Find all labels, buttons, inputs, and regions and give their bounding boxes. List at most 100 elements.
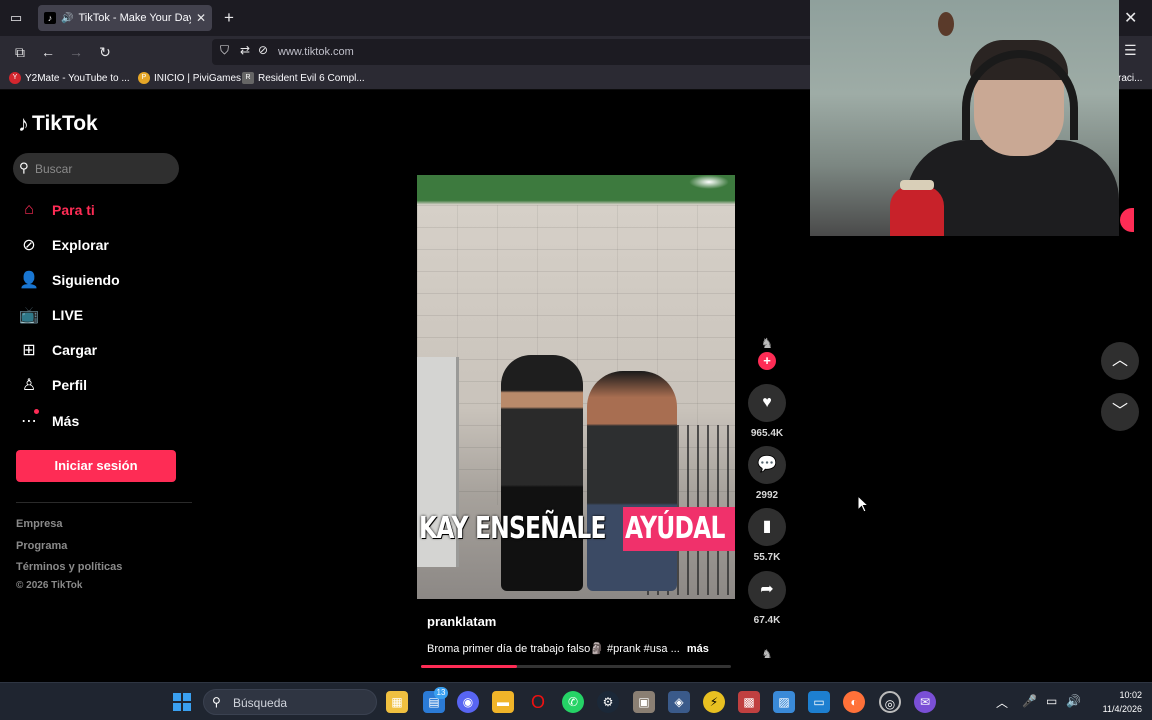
footer-link-programa[interactable]: Programa [16,540,67,552]
save-button[interactable]: ▮ [748,508,786,546]
video-author[interactable]: pranklatam [427,614,496,629]
store-icon[interactable]: ▦ [386,691,408,713]
partially-hidden-button[interactable] [1120,208,1134,232]
webcam-thermos-cap [900,180,934,190]
webcam-overlay [810,0,1119,236]
back-button[interactable]: ← [38,42,58,62]
file-explorer-icon[interactable]: ▬ [492,691,514,713]
compass-icon: ⊘ [22,237,36,254]
obs-icon[interactable]: ◎ [879,691,901,713]
description-text: Broma primer día de trabajo falso🗿 #pran… [427,643,680,655]
bookmark-item[interactable]: R Resident Evil 6 Compl... [242,72,365,84]
nav-item-siguiendo[interactable]: 👤 Siguiendo [18,268,120,292]
bookmark-item[interactable]: P INICIO | PiviGames [138,72,241,84]
video-progress-fill [421,665,518,668]
bookmark-item[interactable]: Y Y2Mate - YouTube to ... [9,72,130,84]
share-icon: ➦ [760,581,774,598]
login-button[interactable]: Iniciar sesión [16,450,176,482]
window-app-icon[interactable]: ▭ [808,691,830,713]
new-tab-button[interactable]: + [224,8,234,28]
picture-app-icon[interactable]: ▩ [738,691,760,713]
bookmark-label: Y2Mate - YouTube to ... [25,72,130,84]
shield-icon[interactable]: ⛉ [220,43,229,58]
live-icon: 📺 [19,307,39,324]
taskbar-clock[interactable]: 10:02 11/4/2026 [1086,688,1142,716]
ceiling-light [689,175,729,189]
network-icon[interactable]: ▭ [1046,694,1057,708]
notification-badge: 13 [434,687,448,699]
chevron-up-icon: ︿ [1111,352,1128,369]
nav-label: Más [52,413,80,429]
upload-icon: ⊞ [22,342,36,359]
copyright: © 2026 TikTok [16,580,83,591]
more-link[interactable]: más [687,643,709,655]
comment-icon: 💬 [757,456,777,473]
video-caption: KAY ENSEÑALE AYÚDAL [417,507,735,551]
nav-item-perfil[interactable]: ♙ Perfil [18,373,87,397]
forward-button[interactable]: → [66,42,86,62]
taskbar-search[interactable]: ⚲ Búsqueda [203,689,377,715]
window-close-button[interactable]: ✕ [1124,8,1137,28]
character-app-icon[interactable]: ⚡ [703,691,725,713]
previous-video-button[interactable]: ︿ [1101,342,1139,380]
chat-app-icon[interactable]: ✉ [914,691,936,713]
heart-icon: ♥ [762,394,772,411]
tab-tiktok[interactable]: ♪ 🔊 TikTok - Make Your Day ✕ [38,5,212,31]
video-person-left [501,355,583,591]
bookmark-label: Resident Evil 6 Compl... [258,72,365,84]
y2mate-icon: Y [9,72,21,84]
video-player[interactable]: KAY ENSEÑALE AYÚDAL [417,175,735,599]
follow-button[interactable]: + [758,352,776,370]
tiktok-favicon-icon: ♪ [44,12,56,24]
next-video-button[interactable]: ﹀ [1101,393,1139,431]
discord-icon[interactable]: ◉ [457,691,479,713]
search-input[interactable]: ⚲ Buscar [13,153,179,184]
like-button[interactable]: ♥ [748,384,786,422]
sidebar-toggle-icon[interactable]: ⧉ [10,42,30,62]
tracking-blocked-icon[interactable]: ⊘ [258,43,268,57]
speaker-icon[interactable]: 🔊 [61,13,73,24]
url-text[interactable]: www.tiktok.com [278,46,354,58]
game-app-icon[interactable]: ▣ [633,691,655,713]
next-video-avatar[interactable]: ♞ [757,644,777,664]
like-count: 965.4K [750,428,784,439]
footer-link-terminos[interactable]: Términos y políticas [16,561,122,573]
opera-icon[interactable]: O [527,691,549,713]
home-icon: ⌂ [24,201,34,218]
webcam-wall-object [938,12,954,36]
reload-button[interactable]: ↻ [95,42,115,62]
nav-label: Explorar [52,237,109,253]
footer-link-empresa[interactable]: Empresa [16,518,62,530]
share-button[interactable]: ➦ [748,571,786,609]
notification-dot [34,409,39,414]
taskbar-search-label: Búsqueda [233,696,288,710]
tiktok-logo[interactable]: ♪ TikTok [18,111,98,137]
clock-date: 11/4/2026 [1102,704,1142,714]
close-tab-icon[interactable]: ✕ [196,11,206,25]
microphone-icon[interactable]: 🎤 [1022,694,1037,708]
steam-icon[interactable]: ⚙ [597,691,619,713]
nav-item-para-ti[interactable]: ⌂ Para ti [18,198,95,222]
app-icon[interactable]: ◈ [668,691,690,713]
nav-label: Cargar [52,342,98,358]
nav-item-cargar[interactable]: ⊞ Cargar [18,338,97,362]
nav-item-mas[interactable]: ⋯ Más [18,409,79,433]
whatsapp-icon[interactable]: ✆ [562,691,584,713]
firefox-icon[interactable]: ◐ [843,691,865,713]
save-count: 55.7K [753,552,781,563]
caption-white-text: KAY ENSEÑALE [419,511,607,546]
nav-item-explorar[interactable]: ⊘ Explorar [18,233,109,257]
volume-icon[interactable]: 🔊 [1066,694,1081,708]
tab-list-icon[interactable]: ▭ [6,8,26,28]
photos-icon[interactable]: ▨ [773,691,795,713]
bookmarks-overflow[interactable]: raci... [1118,73,1142,84]
video-person-right [587,371,677,591]
tray-chevron-up-icon[interactable]: ︿ [996,694,1008,711]
comment-button[interactable]: 💬 [748,446,786,484]
menu-icon[interactable]: ☰ [1124,42,1137,59]
permissions-icon[interactable]: ⇄ [240,43,250,57]
video-progress-bar[interactable] [421,665,731,668]
nav-item-live[interactable]: 📺 LIVE [18,303,83,327]
address-bar[interactable]: ⛉ ⇄ ⊘ www.tiktok.com [212,39,852,65]
windows-start-icon[interactable] [173,693,191,711]
